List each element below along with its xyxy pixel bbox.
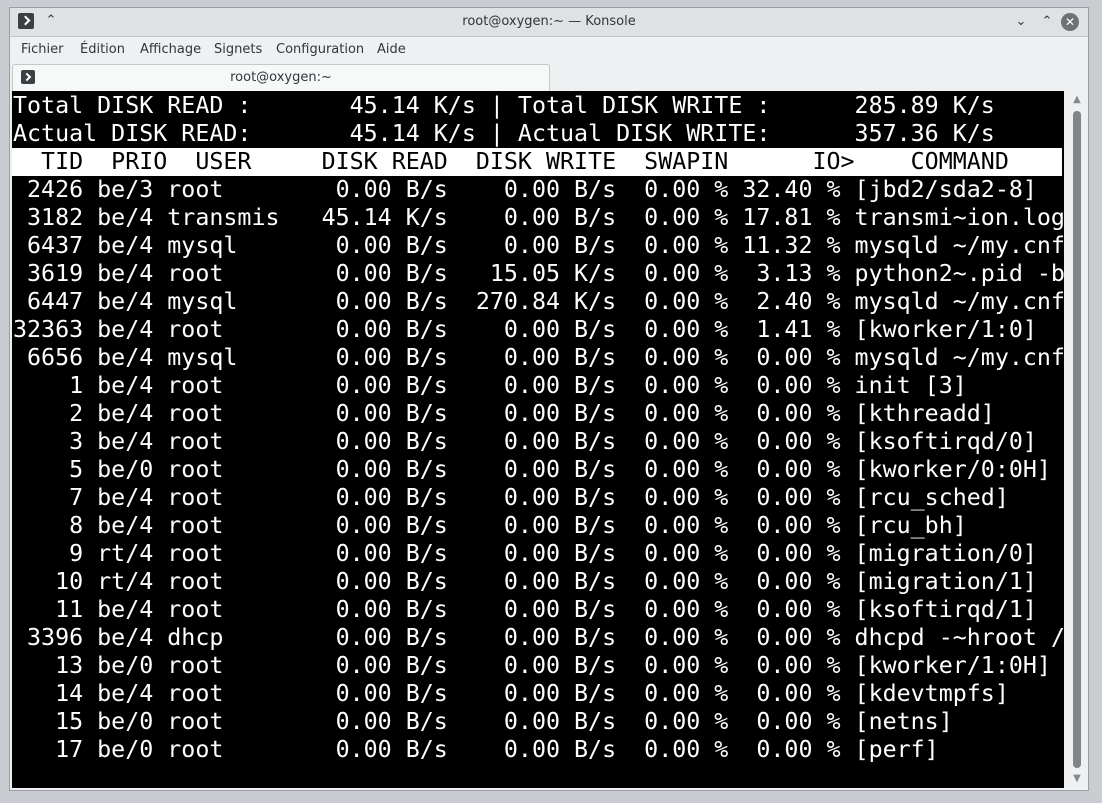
menu-configuration[interactable]: Configuration: [276, 37, 364, 63]
table-row: 3396 be/4 dhcp 0.00 B/s 0.00 B/s 0.00 % …: [13, 624, 1064, 651]
table-row: 10 rt/4 root 0.00 B/s 0.00 B/s 0.00 % 0.…: [13, 568, 1037, 595]
close-icon[interactable]: ✕: [1061, 13, 1079, 31]
scroll-up-arrow-icon[interactable]: ▲: [1068, 91, 1086, 109]
table-row: 8 be/4 root 0.00 B/s 0.00 B/s 0.00 % 0.0…: [13, 512, 967, 539]
table-row: 11 be/4 root 0.00 B/s 0.00 B/s 0.00 % 0.…: [13, 596, 1037, 623]
table-row: 1 be/4 root 0.00 B/s 0.00 B/s 0.00 % 0.0…: [13, 372, 967, 399]
table-row: 3619 be/4 root 0.00 B/s 15.05 K/s 0.00 %…: [13, 260, 1064, 287]
table-row: 32363 be/4 root 0.00 B/s 0.00 B/s 0.00 %…: [13, 316, 1037, 343]
menu-fichier[interactable]: Fichier: [21, 37, 64, 63]
menu-bar: Fichier Édition Affichage Signets Config…: [10, 37, 1088, 63]
table-row: 13 be/0 root 0.00 B/s 0.00 B/s 0.00 % 0.…: [13, 652, 1051, 679]
table-row: 7 be/4 root 0.00 B/s 0.00 B/s 0.00 % 0.0…: [13, 484, 1009, 511]
menu-aide[interactable]: Aide: [377, 37, 406, 63]
konsole-window: ⌃ root@oxygen:~ — Konsole ⌄ ⌃ ✕ Fichier …: [9, 7, 1089, 791]
scroll-down-arrow-icon[interactable]: ▼: [1068, 770, 1086, 788]
summary-actual-line: Actual DISK READ: 45.14 K/s | Actual DIS…: [13, 120, 995, 147]
table-row: 15 be/0 root 0.00 B/s 0.00 B/s 0.00 % 0.…: [13, 708, 953, 735]
table-row: 3182 be/4 transmis 45.14 K/s 0.00 B/s 0.…: [13, 204, 1064, 231]
table-row: 14 be/4 root 0.00 B/s 0.00 B/s 0.00 % 0.…: [13, 680, 1009, 707]
table-row: 5 be/0 root 0.00 B/s 0.00 B/s 0.00 % 0.0…: [13, 456, 1051, 483]
table-row: 6437 be/4 mysql 0.00 B/s 0.00 B/s 0.00 %…: [13, 232, 1064, 259]
column-header-text: TID PRIO USER DISK READ DISK WRITE SWAPI…: [13, 148, 1009, 175]
window-title: root@oxygen:~ — Konsole: [462, 14, 636, 29]
tab-root-oxygen[interactable]: root@oxygen:~: [12, 64, 550, 91]
summary-total-line: Total DISK READ : 45.14 K/s | Total DISK…: [13, 92, 995, 119]
menu-edition[interactable]: Édition: [80, 37, 125, 63]
vertical-scrollbar[interactable]: ▲ ▼: [1068, 91, 1086, 788]
scroll-thumb[interactable]: [1073, 111, 1081, 768]
column-header: TID PRIO USER DISK READ DISK WRITE SWAPI…: [12, 148, 1062, 176]
tab-label: root@oxygen:~: [230, 70, 332, 85]
title-bar[interactable]: ⌃ root@oxygen:~ — Konsole ⌄ ⌃ ✕: [10, 8, 1088, 37]
table-row: 2426 be/3 root 0.00 B/s 0.00 B/s 0.00 % …: [13, 176, 1037, 203]
scroll-track[interactable]: [1073, 111, 1081, 768]
terminal-view[interactable]: Total DISK READ : 45.14 K/s | Total DISK…: [12, 91, 1064, 788]
table-row: 6447 be/4 mysql 0.00 B/s 270.84 K/s 0.00…: [13, 288, 1064, 315]
chevron-up-icon[interactable]: ⌃: [1037, 12, 1057, 32]
chevron-down-icon[interactable]: ⌄: [1011, 12, 1031, 32]
table-row: 3 be/4 root 0.00 B/s 0.00 B/s 0.00 % 0.0…: [13, 428, 1037, 455]
table-row: 9 rt/4 root 0.00 B/s 0.00 B/s 0.00 % 0.0…: [13, 540, 1037, 567]
menu-signets[interactable]: Signets: [214, 37, 262, 63]
table-row: 6656 be/4 mysql 0.00 B/s 0.00 B/s 0.00 %…: [13, 344, 1064, 371]
table-row: 2 be/4 root 0.00 B/s 0.00 B/s 0.00 % 0.0…: [13, 400, 995, 427]
menu-affichage[interactable]: Affichage: [140, 37, 201, 63]
table-row: 17 be/0 root 0.00 B/s 0.00 B/s 0.00 % 0.…: [13, 736, 939, 763]
